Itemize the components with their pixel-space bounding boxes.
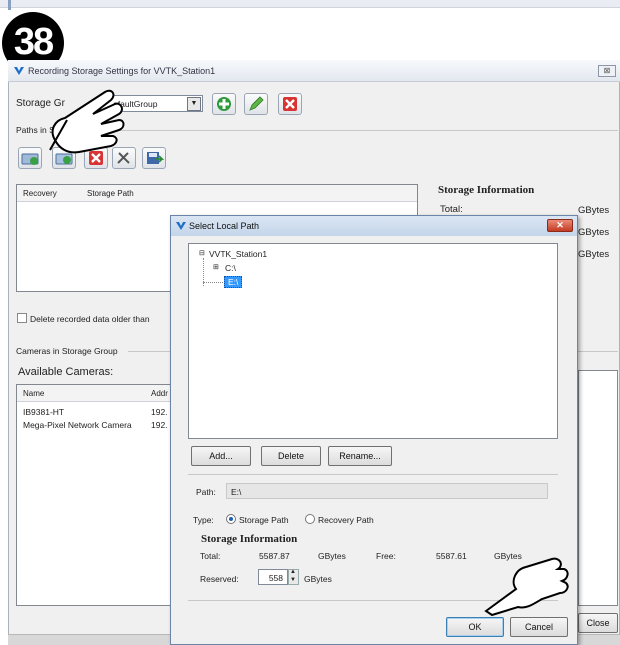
dialog-free-value: 5587.61: [436, 551, 467, 561]
available-cameras-list[interactable]: Name Addr IB9381-HT 192. Mega-Pixel Netw…: [16, 384, 172, 606]
tree-root[interactable]: VVTK_Station1: [209, 249, 267, 259]
pencil-icon: [249, 96, 264, 111]
camera-address: 192.: [151, 407, 168, 417]
reserved-label: Reserved:: [200, 574, 239, 584]
folder-tree[interactable]: ⊟ VVTK_Station1 ⊞ C:\ E:\: [188, 243, 558, 439]
add-folder-button[interactable]: Add...: [191, 446, 251, 466]
chevron-down-icon[interactable]: ▼: [187, 97, 201, 111]
main-window-close-button[interactable]: ⊠: [598, 65, 616, 77]
dialog-titlebar: Select Local Path ✕: [171, 216, 577, 236]
dialog-free-label: Free:: [376, 551, 396, 561]
storage-path-radio[interactable]: [226, 514, 236, 524]
export-button[interactable]: [142, 147, 166, 169]
path-value: E:\: [231, 487, 242, 497]
camera-name: IB9381-HT: [23, 407, 65, 417]
app-logo-icon: [176, 222, 186, 230]
dialog-total-unit: GBytes: [318, 551, 346, 561]
path-field: E:\: [226, 483, 548, 499]
tree-node-c-drive[interactable]: C:\: [225, 263, 236, 273]
reserved-value: 558: [268, 573, 283, 583]
main-window-titlebar: Recording Storage Settings for VVTK_Stat…: [8, 60, 620, 82]
type-label: Type:: [193, 515, 214, 525]
tree-node-e-drive-selected[interactable]: E:\: [224, 276, 243, 288]
column-name[interactable]: Name: [23, 389, 44, 398]
column-address[interactable]: Addr: [151, 389, 168, 398]
red-x-icon: [283, 97, 297, 111]
list-item[interactable]: Mega-Pixel Network Camera 192.: [23, 420, 173, 430]
add-path-button[interactable]: [18, 147, 42, 169]
delete-older-label: Delete recorded data older than: [30, 314, 150, 324]
expand-icon[interactable]: ⊞: [213, 263, 219, 271]
paths-group-divider: [118, 130, 618, 131]
path-label: Path:: [196, 487, 216, 497]
dialog-divider: [188, 474, 558, 475]
dialog-storage-info-title: Storage Information: [201, 533, 298, 545]
pointing-hand-icon: [484, 557, 569, 617]
dialog-title: Select Local Path: [189, 221, 260, 231]
green-plus-icon: [217, 97, 231, 111]
available-cameras-label: Available Cameras:: [18, 366, 114, 378]
recovery-path-radio-label[interactable]: Recovery Path: [318, 515, 374, 525]
dialog-total-label: Total:: [200, 551, 221, 561]
storage-info-title: Storage Information: [438, 184, 535, 196]
cameras-list-header: Name Addr: [17, 385, 171, 402]
app-logo-icon: [14, 67, 24, 75]
delete-older-checkbox[interactable]: [17, 313, 27, 323]
storage-path-radio-label[interactable]: Storage Path: [239, 515, 289, 525]
add-group-button[interactable]: [212, 93, 236, 115]
column-recovery[interactable]: Recovery: [23, 189, 57, 198]
chevron-up-icon[interactable]: ▲: [290, 569, 296, 575]
save-disk-icon: [147, 152, 165, 164]
list-item[interactable]: IB9381-HT 192.: [23, 407, 173, 417]
tree-connector: [203, 282, 223, 283]
cameras-group-label: Cameras in Storage Group: [16, 346, 118, 356]
cancel-button[interactable]: Cancel: [510, 617, 568, 637]
close-button[interactable]: Close: [578, 613, 618, 633]
collapse-icon[interactable]: ⊟: [199, 249, 205, 257]
main-window-title: Recording Storage Settings for VVTK_Stat…: [28, 66, 216, 76]
storage-info-unit-3: GBytes: [578, 249, 610, 260]
column-storage-path[interactable]: Storage Path: [87, 189, 134, 198]
reserved-input[interactable]: 558: [258, 569, 288, 585]
ok-button[interactable]: OK: [446, 617, 504, 637]
camera-name: Mega-Pixel Network Camera: [23, 420, 132, 430]
paths-list-header: Recovery Storage Path: [17, 185, 417, 202]
camera-address: 192.: [151, 420, 168, 430]
delete-folder-button[interactable]: Delete: [261, 446, 321, 466]
cameras-in-group-list[interactable]: [578, 370, 618, 606]
top-strip: [0, 0, 620, 8]
storage-info-total-label: Total:: [440, 204, 463, 215]
dialog-total-value: 5587.87: [259, 551, 290, 561]
top-strip-marker: [8, 0, 11, 10]
add-drive-icon: [21, 153, 39, 165]
pointing-hand-icon: [49, 89, 125, 154]
edit-group-button[interactable]: [244, 93, 268, 115]
reserved-unit: GBytes: [304, 574, 332, 584]
reserved-stepper[interactable]: ▲ ▼: [288, 569, 299, 585]
rename-folder-button[interactable]: Rename...: [328, 446, 392, 466]
delete-group-button[interactable]: [278, 93, 302, 115]
chevron-down-icon[interactable]: ▼: [290, 577, 296, 583]
storage-info-unit-1: GBytes: [578, 205, 610, 216]
dialog-close-button[interactable]: ✕: [547, 219, 573, 232]
storage-info-unit-2: GBytes: [578, 227, 610, 238]
recovery-path-radio[interactable]: [305, 514, 315, 524]
